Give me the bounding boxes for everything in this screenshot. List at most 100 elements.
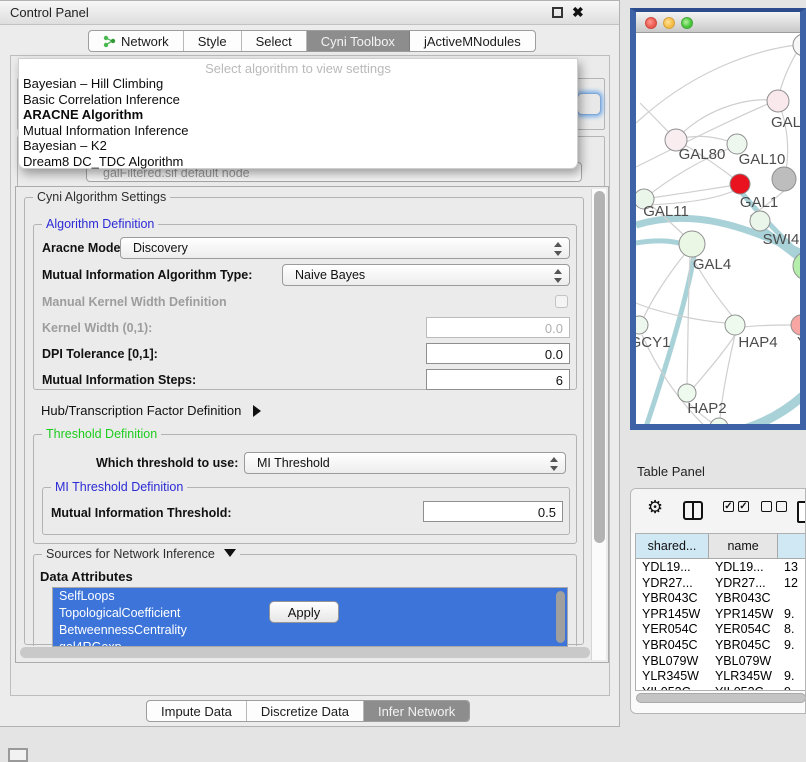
tab-impute-data[interactable]: Impute Data (147, 701, 247, 721)
column-header[interactable]: shared... (636, 534, 709, 558)
table-row[interactable]: YDL19...YDL19...13 (636, 559, 806, 575)
algorithm-option[interactable]: Basic Correlation Inference (19, 92, 577, 108)
algorithm-option[interactable]: Bayesian – K2 (19, 138, 577, 154)
tab-label: Network (121, 34, 169, 49)
network-edge[interactable] (724, 393, 800, 424)
mi-threshold-definition-group: MI Threshold Definition Mutual Informati… (42, 487, 570, 535)
dpi-tolerance-field[interactable] (426, 343, 570, 364)
column-header[interactable] (778, 534, 806, 558)
scrollbar-thumb[interactable] (594, 191, 605, 543)
table-cell: YDL19... (636, 559, 709, 575)
table-row[interactable]: YBR043CYBR043C (636, 590, 806, 606)
table-cell: 9. (778, 637, 806, 653)
table-row[interactable]: YER054CYER054C8. (636, 621, 806, 637)
network-edge[interactable] (744, 325, 792, 327)
close-icon[interactable]: ✖ (572, 4, 584, 21)
table-row[interactable]: YIL052CYIL052C9. (636, 684, 806, 691)
kernel-width-field[interactable] (426, 317, 570, 338)
which-threshold-combobox[interactable]: MI Threshold (244, 452, 566, 474)
threshold-definition-group: Threshold Definition Which threshold to … (33, 434, 577, 544)
unchecked-boxes-icon[interactable] (761, 501, 787, 512)
manual-kernel-label: Manual Kernel Width Definition (42, 295, 227, 309)
network-node-gcy1[interactable] (636, 316, 648, 334)
network-node[interactable] (793, 34, 800, 56)
table-cell: YPR145W (709, 606, 778, 622)
tab-style[interactable]: Style (184, 31, 242, 51)
network-edge[interactable] (779, 47, 800, 95)
network-node-hap4[interactable] (725, 315, 745, 335)
zoom-traffic-light-icon[interactable] (681, 17, 693, 29)
mi-steps-field[interactable] (426, 369, 570, 390)
algorithm-option[interactable]: Dream8 DC_TDC Algorithm (19, 154, 577, 170)
data-attribute-item[interactable]: gal4RGexp (53, 639, 567, 647)
algorithm-option[interactable]: ARACNE Algorithm (19, 107, 577, 123)
mi-type-combobox[interactable]: Naive Bayes (282, 264, 570, 286)
node-label: GAL80 (679, 146, 726, 163)
table-row[interactable]: YBL079WYBL079W (636, 653, 806, 669)
network-node[interactable] (710, 418, 728, 424)
algorithm-combobox-focused-fragment[interactable] (577, 93, 601, 115)
network-window-titlebar[interactable] (636, 12, 800, 33)
settings-horizontal-scrollbar[interactable] (20, 647, 590, 658)
network-node[interactable] (772, 167, 796, 191)
network-canvas[interactable]: GALGAL80GAL10GAL1GAL11SWI4GAL4GCY1HAP4YH… (636, 33, 800, 424)
manual-kernel-checkbox[interactable] (555, 295, 568, 308)
page-icon[interactable] (797, 501, 806, 523)
data-attributes-label: Data Attributes (40, 569, 133, 584)
apply-button[interactable]: Apply (269, 601, 339, 623)
network-node-swi4[interactable] (750, 211, 770, 231)
tab-jactivemnodules[interactable]: jActiveMNodules (410, 31, 535, 51)
gear-icon[interactable]: ⚙ (647, 497, 663, 518)
dpi-tolerance-label: DPI Tolerance [0,1]: (42, 347, 158, 361)
table-horizontal-scrollbar[interactable] (636, 693, 806, 703)
network-edge[interactable] (644, 185, 736, 199)
control-panel-tabbar: Network StyleSelectCyni ToolboxjActiveMNo… (88, 30, 536, 52)
node-label: GAL10 (739, 151, 786, 168)
table-cell: YBL079W (709, 653, 778, 669)
table-row[interactable]: YBR045CYBR045C9. (636, 637, 806, 653)
algorithm-definition-group: Algorithm Definition Aracne Mode: Discov… (33, 224, 577, 390)
list-scrollbar[interactable] (556, 591, 565, 643)
table-body: YDL19...YDL19...13YDR27...YDR27...12YBR0… (636, 559, 806, 691)
control-panel-window: Control Panel ✖ Network StyleSelectCyni T… (0, 0, 620, 727)
float-window-icon[interactable] (552, 7, 563, 18)
checked-boxes-icon[interactable]: ✓✓ (723, 501, 749, 512)
data-attribute-item[interactable]: BetweennessCentrality (53, 622, 567, 639)
close-traffic-light-icon[interactable] (645, 17, 657, 29)
tab-infer-network[interactable]: Infer Network (364, 701, 469, 721)
table-row[interactable]: YDR27...YDR27...12 (636, 575, 806, 591)
minimized-panel-icon[interactable] (8, 748, 28, 762)
hub-definition-expander[interactable]: Hub/Transcription Factor Definition (41, 403, 261, 418)
cyni-algorithm-settings-group: Cyni Algorithm Settings Algorithm Defini… (24, 197, 584, 645)
sources-title[interactable]: Sources for Network Inference (42, 547, 240, 561)
table-cell: 12 (778, 575, 806, 591)
network-node-gal1[interactable] (730, 174, 750, 194)
collapse-down-icon[interactable] (224, 549, 236, 557)
tab-network[interactable]: Network (89, 31, 184, 51)
control-panel-titlebar[interactable]: Control Panel ✖ (0, 1, 619, 25)
algorithm-definition-title: Algorithm Definition (42, 217, 158, 231)
algorithm-option[interactable]: Mutual Information Inference (19, 123, 577, 139)
table-row[interactable]: YLR345WYLR345W9. (636, 668, 806, 684)
table-cell: 9. (778, 684, 806, 691)
aracne-mode-combobox[interactable]: Discovery (120, 237, 570, 259)
node-label: GAL4 (693, 256, 731, 273)
expand-right-icon[interactable] (253, 405, 261, 417)
combo-arrows-icon (554, 269, 562, 283)
network-node-gal4[interactable] (679, 231, 705, 257)
table-cell: YER054C (709, 621, 778, 637)
split-columns-icon[interactable] (683, 501, 703, 520)
network-node-y[interactable] (791, 315, 800, 335)
table-row[interactable]: YPR145WYPR145W9. (636, 606, 806, 622)
node-label: HAP4 (738, 334, 777, 351)
network-edge[interactable] (643, 255, 684, 319)
network-node-gal[interactable] (767, 90, 789, 112)
settings-vertical-scrollbar[interactable] (591, 189, 606, 660)
column-header[interactable]: name (709, 534, 778, 558)
tab-select[interactable]: Select (242, 31, 307, 51)
mi-threshold-field[interactable] (423, 501, 563, 522)
algorithm-option[interactable]: Bayesian – Hill Climbing (19, 76, 577, 92)
tab-discretize-data[interactable]: Discretize Data (247, 701, 364, 721)
tab-cyni-toolbox[interactable]: Cyni Toolbox (307, 31, 410, 51)
minimize-traffic-light-icon[interactable] (663, 17, 675, 29)
